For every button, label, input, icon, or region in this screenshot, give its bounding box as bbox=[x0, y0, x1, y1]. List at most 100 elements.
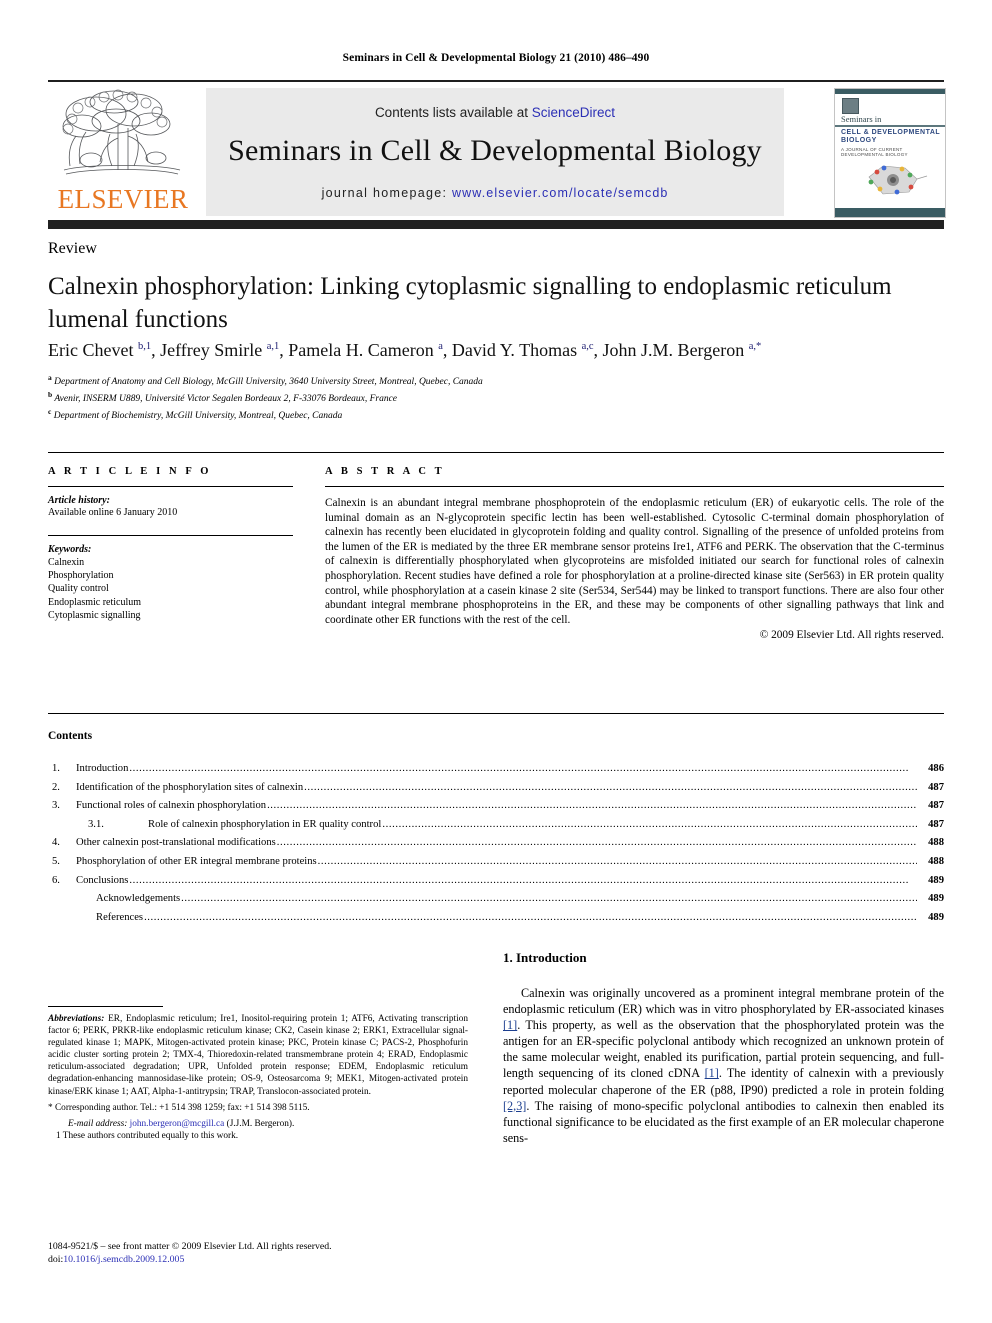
introduction-column: 1. Introduction Calnexin was originally … bbox=[503, 950, 944, 1146]
affiliation-list: a Department of Anatomy and Cell Biology… bbox=[48, 372, 928, 423]
citation-link[interactable]: [1] bbox=[705, 1066, 719, 1080]
abstract-heading: A B S T R A C T bbox=[325, 466, 445, 477]
toc-number: 6. bbox=[52, 874, 60, 886]
email-note: E-mail address: john.bergeron@mcgill.ca … bbox=[48, 1118, 468, 1130]
affiliation-marker: c bbox=[48, 406, 52, 416]
keyword-item: Cytoplasmic signalling bbox=[48, 609, 141, 621]
article-type: Review bbox=[48, 240, 97, 257]
toc-label: Acknowledgements bbox=[96, 893, 181, 905]
page-title: Calnexin phosphorylation: Linking cytopl… bbox=[48, 273, 892, 333]
toc-number: 3. bbox=[52, 800, 60, 812]
abbreviations-note: Abbreviations: ER, Endoplasmic reticulum… bbox=[48, 1013, 468, 1098]
email-link[interactable]: john.bergeron@mcgill.ca bbox=[130, 1119, 225, 1129]
contents-prefix: Contents lists available at bbox=[374, 105, 532, 120]
paper-page: Seminars in Cell & Developmental Biology… bbox=[0, 0, 992, 1323]
toc-page-number: 487 bbox=[928, 818, 944, 830]
affiliation-marker: a bbox=[48, 373, 52, 382]
introduction-heading: 1. Introduction bbox=[503, 950, 587, 965]
abstract-rule bbox=[325, 486, 944, 487]
article-info-abstract-block: A R T I C L E I N F O Article history: A… bbox=[48, 452, 944, 714]
toc-label: Identification of the phosphorylation si… bbox=[76, 781, 304, 793]
citation-link[interactable]: [2,3] bbox=[503, 1099, 526, 1113]
cover-kicker: Seminars in bbox=[841, 114, 882, 124]
contents-available-line: Contents lists available at ScienceDirec… bbox=[206, 105, 784, 120]
keyword-item: Quality control bbox=[48, 583, 109, 595]
toc-entry[interactable]: 1. Introduction .........................… bbox=[48, 760, 944, 779]
cover-title-line1: CELL & DEVELOPMENTAL bbox=[841, 129, 941, 136]
toc-entry[interactable]: 4. Other calnexin post-translational modi… bbox=[48, 834, 944, 853]
toc-leader-dots: ........................................… bbox=[382, 818, 917, 830]
citation-link[interactable]: [1] bbox=[503, 1018, 517, 1032]
elsevier-wordmark: ELSEVIER bbox=[57, 184, 189, 214]
corresponding-author-text: * Corresponding author. Tel.: +1 514 398… bbox=[48, 1102, 310, 1113]
toc-number: 4. bbox=[52, 837, 60, 849]
toc-leader-dots: ........................................… bbox=[129, 763, 909, 774]
sciencedirect-link[interactable]: ScienceDirect bbox=[532, 105, 615, 120]
toc-label: Role of calnexin phosphorylation in ER q… bbox=[148, 818, 382, 830]
article-history-label: Article history: bbox=[48, 495, 110, 506]
imprint-block: 1084-9521/$ – see front matter © 2009 El… bbox=[48, 1240, 478, 1266]
journal-homepage-link[interactable]: www.elsevier.com/locate/semcdb bbox=[452, 186, 668, 200]
toc-label: Functional roles of calnexin phosphoryla… bbox=[76, 800, 267, 812]
toc-page-number: 489 bbox=[928, 874, 944, 886]
email-label: E-mail address: bbox=[68, 1119, 128, 1130]
toc-entry[interactable]: Acknowledgements .......................… bbox=[48, 890, 944, 909]
toc-leader-dots: ........................................… bbox=[276, 837, 917, 849]
toc-page-number: 487 bbox=[928, 800, 944, 812]
toc-number: 2. bbox=[52, 781, 60, 793]
toc-label: Other calnexin post-translational modifi… bbox=[76, 837, 276, 849]
header-rule bbox=[48, 220, 944, 229]
table-of-contents: 1. Introduction .........................… bbox=[48, 760, 944, 927]
contents-heading: Contents bbox=[48, 730, 93, 742]
cover-divider bbox=[835, 125, 945, 127]
running-head: Seminars in Cell & Developmental Biology… bbox=[342, 52, 650, 64]
affiliation-marker: b bbox=[48, 389, 53, 399]
keywords-list: Calnexin Phosphorylation Quality control En… bbox=[48, 556, 293, 622]
cover-masthead-icon bbox=[842, 98, 859, 114]
keyword-item: Endoplasmic reticulum bbox=[48, 596, 142, 608]
homepage-label: journal homepage: bbox=[321, 186, 448, 200]
issn-line: 1084-9521/$ – see front matter © 2009 El… bbox=[48, 1241, 332, 1252]
abstract-text: Calnexin is an abundant integral membran… bbox=[325, 497, 944, 626]
toc-entry[interactable]: 3. Functional roles of calnexin phosphory… bbox=[48, 797, 944, 816]
toc-leader-dots: ........................................… bbox=[304, 781, 917, 793]
toc-entry[interactable]: 6. Conclusions ..........................… bbox=[48, 872, 944, 891]
abstract-column: A B S T R A C T Calnexin is an abundant … bbox=[325, 453, 944, 641]
footnote-column: Abbreviations: ER, Endoplasmic reticulum… bbox=[48, 1006, 468, 1143]
journal-title: Seminars in Cell & Developmental Biology bbox=[228, 134, 762, 167]
toc-page-number: 487 bbox=[928, 781, 944, 793]
toc-entry[interactable]: References .............................… bbox=[48, 909, 944, 928]
equal-contribution-note: 1 These authors contributed equally to t… bbox=[48, 1130, 468, 1142]
doi-label: doi: bbox=[48, 1254, 64, 1265]
author-list: Eric Chevet b,1, Jeffrey Smirle a,1, Pam… bbox=[48, 340, 762, 360]
introduction-paragraph: Calnexin was originally uncovered as a p… bbox=[503, 986, 944, 1145]
masthead-banner: Contents lists available at ScienceDirec… bbox=[206, 88, 784, 216]
toc-entry[interactable]: 3.1. Role of calnexin phosphorylation in … bbox=[48, 816, 944, 835]
doi-link[interactable]: 10.1016/j.semcdb.2009.12.005 bbox=[63, 1254, 184, 1265]
toc-label: Phosphorylation of other ER integral mem… bbox=[76, 855, 317, 867]
affiliation-c: c Department of Biochemistry, McGill Uni… bbox=[48, 406, 343, 421]
affiliation-a: a Department of Anatomy and Cell Biology… bbox=[48, 373, 483, 388]
keyword-item: Phosphorylation bbox=[48, 570, 114, 582]
cover-subtitle: A JOURNAL OF CURRENT DEVELOPMENTAL BIOLO… bbox=[841, 147, 908, 157]
cover-title-line2: BIOLOGY bbox=[841, 137, 877, 144]
keyword-item: Calnexin bbox=[48, 557, 85, 568]
toc-page-number: 486 bbox=[928, 763, 944, 774]
toc-label: References bbox=[96, 911, 144, 923]
equal-contribution-text: 1 These authors contributed equally to t… bbox=[56, 1131, 239, 1142]
article-history-value: Available online 6 January 2010 bbox=[48, 507, 178, 518]
affiliation-b: b Avenir, INSERM U889, Université Victor… bbox=[48, 389, 397, 405]
abbreviations-text: ER, Endoplasmic reticulum; Ire1, Inosito… bbox=[48, 1014, 468, 1097]
toc-number: 1. bbox=[52, 763, 60, 774]
toc-number: 3.1. bbox=[88, 818, 104, 830]
article-info-rule-1 bbox=[48, 486, 293, 487]
toc-entry[interactable]: 2. Identification of the phosphorylation … bbox=[48, 779, 944, 798]
toc-entry[interactable]: 5. Phosphorylation of other ER integral m… bbox=[48, 853, 944, 872]
elsevier-logo: ELSEVIER bbox=[48, 88, 198, 216]
journal-cover-thumbnail[interactable]: Seminars in CELL & DEVELOPMENTAL BIOLOGY… bbox=[834, 88, 946, 218]
corresponding-author-note: * Corresponding author. Tel.: +1 514 398… bbox=[48, 1102, 468, 1114]
elsevier-tree-icon bbox=[56, 88, 188, 182]
toc-leader-dots: ........................................… bbox=[144, 911, 917, 923]
cover-artwork bbox=[853, 159, 929, 199]
toc-label: Conclusions bbox=[76, 874, 129, 886]
